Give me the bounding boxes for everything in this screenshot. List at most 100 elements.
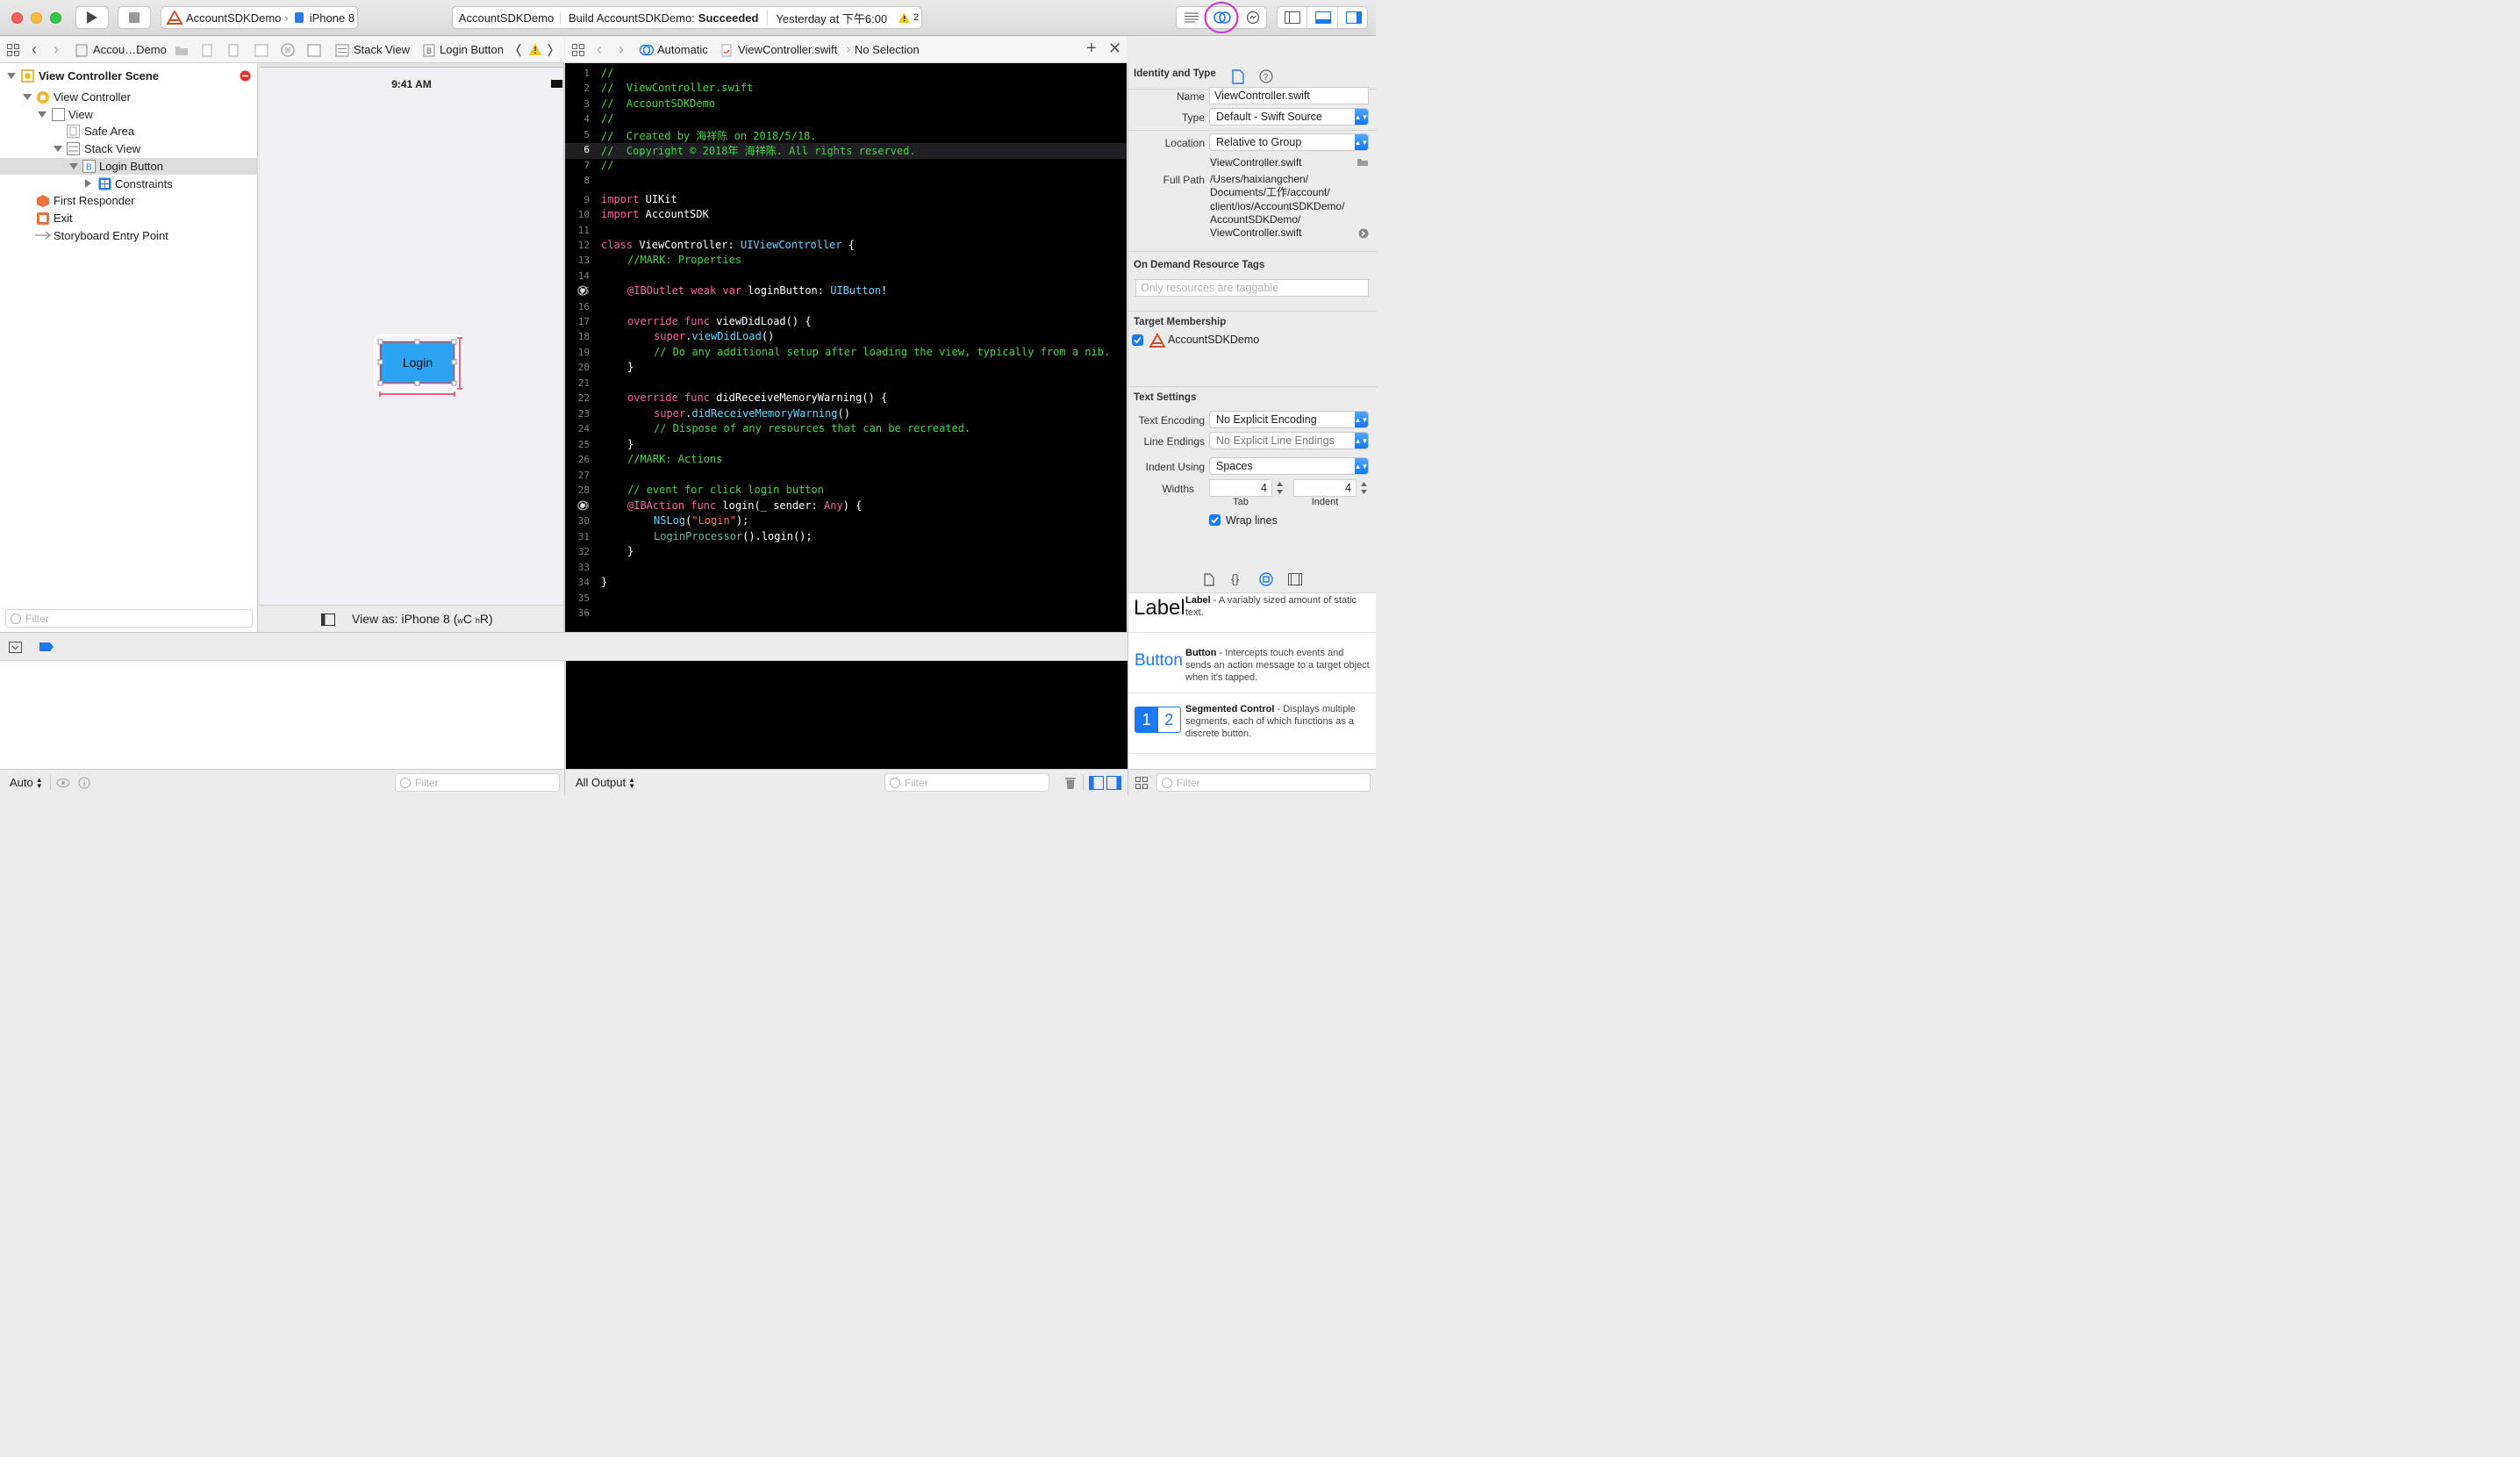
resource-tags-field[interactable]: Only resources are taggable xyxy=(1135,279,1369,297)
outline-item-exit[interactable]: Exit xyxy=(0,210,258,226)
outline-scene-row[interactable]: View Controller Scene xyxy=(0,68,258,84)
line-number: 31 xyxy=(577,531,590,542)
quick-help-icon[interactable]: ? xyxy=(1259,69,1273,83)
hide-debug-area-icon[interactable] xyxy=(9,642,22,653)
breakpoints-toggle-icon[interactable] xyxy=(39,642,54,652)
disclosure-triangle-icon[interactable] xyxy=(38,111,47,118)
console-filter-field[interactable]: Filter xyxy=(884,773,1049,792)
view-as-device-button[interactable]: View as: iPhone 8 (wC hR) xyxy=(352,612,493,626)
split-view-toggle[interactable] xyxy=(1089,776,1124,790)
disclosure-triangle-icon[interactable] xyxy=(54,146,62,152)
run-button[interactable] xyxy=(75,6,109,29)
divider xyxy=(50,775,51,790)
tab-width-field[interactable]: 4 xyxy=(1209,479,1272,497)
tab-width-stepper[interactable] xyxy=(1276,479,1284,497)
stop-button[interactable] xyxy=(118,6,151,29)
file-inspector-icon[interactable] xyxy=(1232,69,1244,84)
outline-item-storyboard-entry-point[interactable]: Storyboard Entry Point xyxy=(0,227,258,244)
indent-using-popup[interactable]: Spaces ▲▼ xyxy=(1209,457,1369,475)
target-checkbox[interactable] xyxy=(1132,334,1143,346)
choose-folder-icon[interactable] xyxy=(1357,157,1369,167)
filter-icon xyxy=(890,778,900,788)
disclosure-triangle-icon[interactable] xyxy=(23,94,32,100)
back-arrow-icon[interactable]: ‹ xyxy=(597,40,602,59)
code-line-7: // xyxy=(601,159,614,171)
editor-selection[interactable]: No Selection xyxy=(855,43,920,56)
outline-item-safe-area[interactable]: Safe Area xyxy=(0,123,258,140)
library-item-button[interactable]: Button Button - Intercepts touch events … xyxy=(1128,634,1376,693)
document-outline-toggle-icon[interactable] xyxy=(321,614,335,626)
toggle-debug-area-button[interactable] xyxy=(1308,7,1338,28)
assistant-mode-label[interactable]: Automatic xyxy=(657,43,708,56)
outline-item-first-responder[interactable]: First Responder xyxy=(0,192,258,209)
interface-builder-canvas[interactable]: 9:41 AM Login View as: iPhone 8 (wC hR) xyxy=(259,63,564,632)
outline-item-view[interactable]: View xyxy=(0,106,258,123)
disclosure-triangle-icon[interactable] xyxy=(7,73,16,79)
library-item-label[interactable]: Label Label - A variably sized amount of… xyxy=(1128,573,1376,633)
info-icon[interactable] xyxy=(78,777,90,789)
bottom-panel-icon xyxy=(1314,11,1331,24)
type-popup[interactable]: Default - Swift Source ▲▼ xyxy=(1209,108,1369,126)
toggle-navigator-button[interactable] xyxy=(1278,7,1307,28)
disclosure-triangle-icon[interactable] xyxy=(69,163,78,169)
outlet-connection-icon[interactable] xyxy=(577,285,588,296)
editor-file-name[interactable]: ViewController.swift xyxy=(738,43,837,56)
indent-width-stepper[interactable] xyxy=(1360,479,1368,497)
variables-filter-field[interactable]: Filter xyxy=(395,773,560,792)
line-number: 16 xyxy=(577,301,590,312)
forward-arrow-icon[interactable]: › xyxy=(619,40,624,59)
wrap-lines-checkbox[interactable] xyxy=(1209,514,1221,526)
full-path-line: client/ios/AccountSDKDemo/ xyxy=(1210,199,1345,212)
keyword-override: override xyxy=(627,315,678,327)
svg-text:B: B xyxy=(426,47,432,55)
variables-scope-popup[interactable]: Auto ▲ ▼ xyxy=(10,776,43,789)
library-item-segmented-control[interactable]: 1 2 Segmented Control - Displays multipl… xyxy=(1128,694,1376,754)
scheme-selector[interactable]: AccountSDKDemo › iPhone 8 xyxy=(161,6,358,29)
zoom-window-button[interactable] xyxy=(50,12,61,24)
standard-editor-button[interactable] xyxy=(1177,7,1206,28)
minimize-window-button[interactable] xyxy=(31,12,42,24)
project-icon xyxy=(75,44,88,57)
variables-view[interactable] xyxy=(0,661,565,769)
warning-indicator[interactable]: 2 xyxy=(898,11,919,24)
library-filter-field[interactable]: Filter xyxy=(1156,773,1371,792)
breadcrumb-project[interactable]: Accou…Demo xyxy=(93,43,167,56)
forward-arrow-icon[interactable]: › xyxy=(54,40,59,59)
related-items-icon[interactable] xyxy=(572,44,584,56)
console-output-popup[interactable]: All Output ▲ ▼ xyxy=(576,776,635,789)
outline-item-view-controller[interactable]: View Controller xyxy=(0,89,258,105)
source-code-editor[interactable]: 1234567891011121314151617181920212223242… xyxy=(565,63,1127,632)
back-arrow-icon[interactable]: ‹ xyxy=(32,40,37,59)
library-bottom-bar: Filter xyxy=(1128,769,1376,795)
indent-width-field[interactable]: 4 xyxy=(1293,479,1357,497)
quick-look-icon[interactable] xyxy=(56,777,70,789)
name-field[interactable]: ViewController.swift xyxy=(1209,87,1369,104)
close-editor-icon[interactable]: ✕ xyxy=(1108,39,1121,58)
version-editor-button[interactable] xyxy=(1238,7,1268,28)
code-line-31: LoginProcessor().login(); xyxy=(654,530,813,542)
outline-item-stack-view[interactable]: Stack View xyxy=(0,140,258,157)
breadcrumb-login-button[interactable]: Login Button xyxy=(440,43,504,56)
related-items-icon[interactable] xyxy=(7,44,19,56)
grid-view-icon[interactable] xyxy=(1135,777,1148,789)
toggle-utilities-button[interactable] xyxy=(1339,7,1369,28)
outline-filter-field[interactable]: Filter xyxy=(5,609,253,628)
outline-item-login-button[interactable]: B Login Button xyxy=(0,158,258,175)
trash-icon[interactable] xyxy=(1064,776,1077,790)
action-connection-icon[interactable] xyxy=(577,500,588,511)
add-editor-icon[interactable]: + xyxy=(1086,39,1097,59)
popup-arrows-icon: ▲▼ xyxy=(1355,433,1368,449)
breadcrumb-stack-view[interactable]: Stack View xyxy=(354,43,410,56)
module-accountsdk: AccountSDK xyxy=(645,208,709,220)
disclosure-triangle-icon[interactable] xyxy=(85,179,91,188)
location-popup[interactable]: Relative to Group ▲▼ xyxy=(1209,133,1369,151)
line-endings-popup[interactable]: No Explicit Line Endings ▲▼ xyxy=(1209,432,1369,449)
error-icon[interactable] xyxy=(240,70,251,82)
close-window-button[interactable] xyxy=(11,12,23,24)
line-number: 11 xyxy=(577,225,590,236)
text-encoding-popup[interactable]: No Explicit Encoding ▲▼ xyxy=(1209,411,1369,428)
outline-item-constraints[interactable]: Constraints xyxy=(0,176,258,192)
console-output[interactable] xyxy=(566,661,1128,769)
left-panel-icon xyxy=(1284,11,1300,24)
reveal-in-finder-icon[interactable] xyxy=(1358,228,1369,239)
